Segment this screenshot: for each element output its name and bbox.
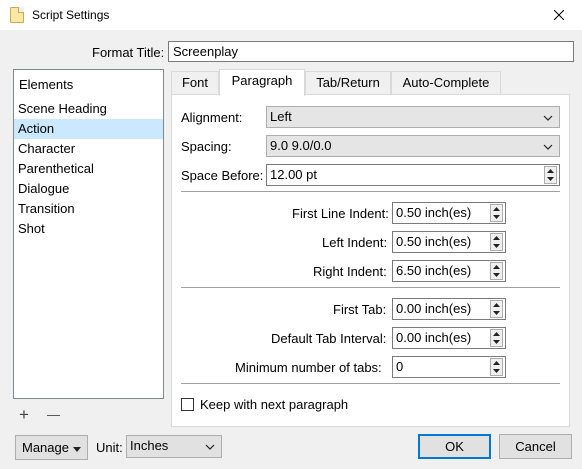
spin-down-icon[interactable] — [491, 213, 502, 221]
spin-up-icon[interactable] — [491, 330, 502, 338]
first-tab-value: 0.00 inch(es) — [396, 301, 472, 316]
default-tab-interval-label: Default Tab Interval: — [271, 331, 387, 346]
list-item-scene-heading[interactable]: Scene Heading — [14, 99, 163, 119]
left-indent-value: 0.50 inch(es) — [396, 234, 472, 249]
add-element-button[interactable]: + — [19, 405, 29, 425]
spin-up-icon[interactable] — [491, 359, 502, 367]
spin-down-icon[interactable] — [491, 242, 502, 250]
right-indent-label: Right Indent: — [313, 264, 387, 279]
min-tabs-spinner[interactable] — [490, 358, 503, 376]
space-before-label: Space Before: — [181, 168, 264, 183]
spin-down-icon[interactable] — [491, 271, 502, 279]
first-tab-label: First Tab: — [333, 302, 387, 317]
right-indent-spinner[interactable] — [490, 262, 503, 280]
alignment-label: Alignment: — [181, 110, 243, 125]
spin-down-icon[interactable] — [491, 309, 502, 317]
tab-paragraph[interactable]: Paragraph — [219, 69, 305, 96]
spin-up-icon[interactable] — [491, 234, 502, 242]
min-tabs-value: 0 — [396, 359, 404, 374]
first-tab-spinner[interactable] — [490, 300, 503, 318]
default-tab-interval-spinner[interactable] — [490, 329, 503, 347]
manage-button-label: Manage — [22, 440, 69, 455]
list-item-transition[interactable]: Transition — [14, 199, 163, 219]
close-icon[interactable] — [536, 0, 582, 30]
format-title-input[interactable]: Screenplay — [168, 41, 574, 62]
left-indent-input[interactable]: 0.50 inch(es) — [392, 231, 506, 253]
separator — [181, 287, 560, 288]
list-item-action[interactable]: Action — [14, 119, 163, 139]
title-bar: Script Settings — [0, 0, 582, 30]
alignment-select[interactable]: Left — [266, 106, 560, 128]
spin-up-icon[interactable] — [491, 263, 502, 271]
min-tabs-input[interactable]: 0 — [392, 356, 506, 378]
right-indent-value: 6.50 inch(es) — [396, 263, 472, 278]
space-before-spinner[interactable] — [544, 166, 557, 184]
caret-down-icon — [73, 436, 81, 459]
first-line-indent-label: First Line Indent: — [292, 206, 389, 221]
alignment-value: Left — [270, 109, 292, 124]
format-title-label: Format Title: — [92, 45, 165, 60]
spin-down-icon[interactable] — [545, 175, 556, 183]
spin-up-icon[interactable] — [491, 301, 502, 309]
chevron-down-icon — [543, 139, 553, 159]
spin-up-icon[interactable] — [545, 167, 556, 175]
tab-auto-complete[interactable]: Auto-Complete — [391, 71, 501, 96]
list-item-character[interactable]: Character — [14, 139, 163, 159]
first-line-indent-spinner[interactable] — [490, 204, 503, 222]
spin-up-icon[interactable] — [491, 205, 502, 213]
document-icon — [10, 7, 24, 23]
first-line-indent-value: 0.50 inch(es) — [396, 205, 472, 220]
spacing-value: 9.0 9.0/0.0 — [270, 138, 332, 153]
spin-down-icon[interactable] — [491, 367, 502, 375]
keep-with-next-label[interactable]: Keep with next paragraph — [200, 397, 348, 412]
left-indent-label: Left Indent: — [322, 235, 388, 250]
cancel-button[interactable]: Cancel — [499, 434, 572, 459]
tab-tab-return[interactable]: Tab/Return — [305, 71, 391, 96]
tab-font[interactable]: Font — [171, 71, 219, 96]
window-title: Script Settings — [32, 8, 110, 22]
remove-element-button[interactable]: — — [47, 407, 60, 422]
elements-list-header: Elements — [19, 77, 74, 92]
list-item-dialogue[interactable]: Dialogue — [14, 179, 163, 199]
left-indent-spinner[interactable] — [490, 233, 503, 251]
unit-value: Inches — [130, 438, 169, 453]
first-tab-input[interactable]: 0.00 inch(es) — [392, 298, 506, 320]
manage-button[interactable]: Manage — [15, 435, 88, 460]
elements-list[interactable]: Elements Scene Heading Action Character … — [13, 69, 164, 399]
separator — [181, 191, 560, 192]
chevron-down-icon — [205, 439, 215, 459]
chevron-down-icon — [543, 110, 553, 130]
ok-button[interactable]: OK — [418, 434, 491, 459]
default-tab-interval-input[interactable]: 0.00 inch(es) — [392, 327, 506, 349]
keep-with-next-checkbox[interactable] — [181, 398, 194, 411]
space-before-value: 12.00 pt — [270, 167, 317, 182]
spacing-select[interactable]: 9.0 9.0/0.0 — [266, 135, 560, 157]
min-tabs-label: Minimum number of tabs: — [235, 360, 382, 375]
spacing-label: Spacing: — [181, 139, 232, 154]
list-item-shot[interactable]: Shot — [14, 219, 163, 239]
space-before-input[interactable]: 12.00 pt — [266, 164, 560, 186]
first-line-indent-input[interactable]: 0.50 inch(es) — [392, 202, 506, 224]
unit-label: Unit: — [96, 440, 123, 455]
spin-down-icon[interactable] — [491, 338, 502, 346]
separator — [181, 383, 560, 384]
list-item-parenthetical[interactable]: Parenthetical — [14, 159, 163, 179]
unit-select[interactable]: Inches — [126, 435, 222, 458]
default-tab-interval-value: 0.00 inch(es) — [396, 330, 472, 345]
right-indent-input[interactable]: 6.50 inch(es) — [392, 260, 506, 282]
